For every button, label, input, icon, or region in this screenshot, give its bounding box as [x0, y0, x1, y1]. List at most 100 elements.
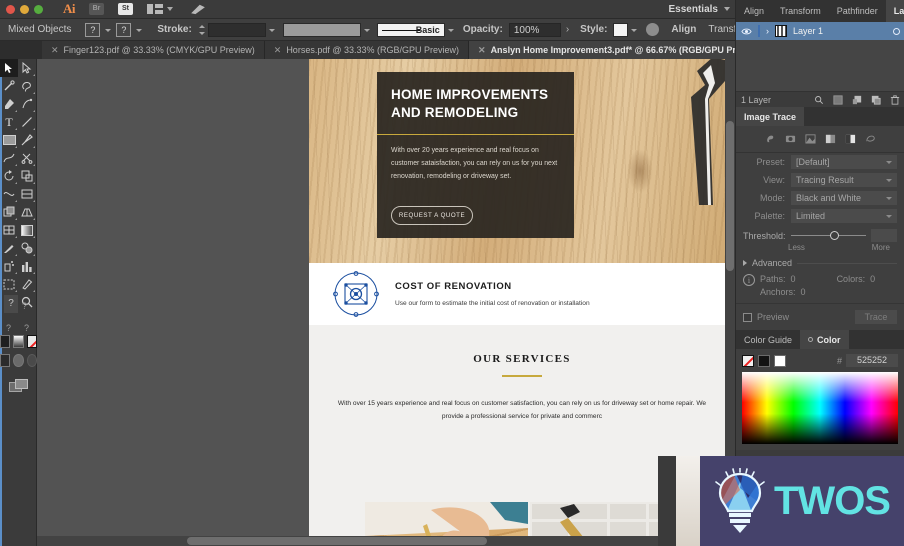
- paintbrush-tool[interactable]: [18, 131, 36, 149]
- br-button[interactable]: Br: [89, 3, 104, 15]
- free-transform-tool[interactable]: [18, 185, 36, 203]
- advanced-disclosure-triangle-icon[interactable]: [743, 260, 747, 266]
- scale-tool[interactable]: [18, 167, 36, 185]
- workspace-label[interactable]: Essentials: [669, 4, 718, 15]
- color-spectrum-picker[interactable]: [742, 372, 898, 444]
- preset-select[interactable]: [Default]: [791, 155, 897, 169]
- delete-selection-icon[interactable]: [890, 94, 900, 105]
- style-chevron-down-icon[interactable]: [628, 23, 640, 37]
- opacity-field[interactable]: 100%: [508, 22, 561, 37]
- horizontal-scroll-thumb[interactable]: [187, 537, 487, 545]
- create-sublayer-icon[interactable]: [852, 95, 862, 105]
- threshold-slider-handle[interactable]: [829, 230, 839, 240]
- tab-horses[interactable]: ✕ Horses.pdf @ 33.33% (RGB/GPU Preview): [264, 41, 470, 59]
- hex-value-input[interactable]: 525252: [846, 354, 898, 367]
- screen-mode-icon[interactable]: [8, 379, 29, 393]
- black-swatch[interactable]: [758, 354, 770, 367]
- none-swatch[interactable]: [742, 354, 754, 367]
- pen-tool[interactable]: [0, 95, 18, 113]
- tab-color-guide[interactable]: Color Guide: [736, 330, 800, 349]
- gradient-swatch[interactable]: [13, 335, 24, 348]
- fill-appearance-box[interactable]: ?: [85, 22, 101, 37]
- preview-checkbox[interactable]: [743, 312, 752, 322]
- grayscale-icon[interactable]: [825, 133, 836, 144]
- window-controls[interactable]: [6, 4, 43, 14]
- shape-builder-tool[interactable]: [0, 203, 18, 221]
- workspace-chevron-down-icon[interactable]: [724, 7, 730, 11]
- stroke-variable-width-swatch[interactable]: [282, 22, 361, 37]
- stroke-weight-field[interactable]: [207, 22, 266, 37]
- tab-transform[interactable]: Transform: [772, 0, 829, 22]
- slice-tool[interactable]: [18, 275, 36, 293]
- perspective-grid-tool[interactable]: [18, 203, 36, 221]
- arrange-documents-icon[interactable]: [147, 3, 163, 15]
- threshold-value-field[interactable]: [871, 229, 897, 242]
- canvas-horizontal-scrollbar[interactable]: [37, 536, 735, 546]
- layer-row[interactable]: › Layer 1: [736, 22, 904, 40]
- line-segment-tool[interactable]: [18, 113, 36, 131]
- rotate-tool[interactable]: [0, 167, 18, 185]
- arrange-chevron-down-icon[interactable]: [167, 7, 173, 11]
- stroke-appearance-box[interactable]: ?: [116, 22, 132, 37]
- locate-object-icon[interactable]: [814, 95, 824, 105]
- rectangle-tool[interactable]: [0, 131, 18, 149]
- close-tab-icon[interactable]: ✕: [478, 45, 486, 56]
- color-swatch[interactable]: [0, 354, 11, 367]
- close-tab-icon[interactable]: ✕: [51, 45, 59, 56]
- high-color-icon[interactable]: [785, 133, 796, 144]
- target-circle-icon[interactable]: [893, 27, 900, 35]
- make-clipping-mask-icon[interactable]: [833, 94, 843, 105]
- threshold-slider[interactable]: [790, 230, 866, 242]
- graphic-style-swatch[interactable]: [613, 22, 629, 37]
- magic-wand-tool[interactable]: [0, 77, 18, 95]
- request-a-quote-button[interactable]: REQUEST A QUOTE: [391, 206, 473, 225]
- minimize-window-button[interactable]: [20, 4, 29, 14]
- eyedropper-tool[interactable]: [0, 239, 18, 257]
- type-tool[interactable]: T: [0, 113, 18, 131]
- view-select[interactable]: Tracing Result: [791, 173, 897, 187]
- tab-align[interactable]: Align: [736, 0, 772, 22]
- palette-select[interactable]: Limited: [791, 209, 897, 223]
- recolor-artwork-icon[interactable]: [646, 23, 660, 36]
- tab-color[interactable]: Color: [800, 330, 849, 349]
- stroke-chevron-down-icon[interactable]: [133, 23, 145, 37]
- mesh-tool[interactable]: [0, 221, 18, 239]
- chevron-right-icon[interactable]: ›: [766, 26, 769, 36]
- low-color-icon[interactable]: [804, 133, 816, 144]
- create-new-layer-icon[interactable]: [871, 95, 881, 105]
- direct-selection-tool[interactable]: [18, 59, 36, 77]
- tab-pathfinder[interactable]: Pathfinder: [829, 0, 886, 22]
- tab-finger123[interactable]: ✕ Finger123.pdf @ 33.33% (CMYK/GPU Previ…: [42, 41, 265, 59]
- gradient-mode-icon[interactable]: [13, 354, 24, 367]
- white-swatch[interactable]: [774, 354, 786, 367]
- lasso-tool[interactable]: [18, 77, 36, 95]
- artboard-tool[interactable]: [0, 275, 18, 293]
- outline-icon[interactable]: [865, 133, 876, 144]
- gradient-tool[interactable]: [18, 221, 36, 239]
- tab-image-trace[interactable]: Image Trace: [736, 107, 805, 126]
- none-swatch[interactable]: [26, 335, 37, 348]
- column-graph-tool[interactable]: [18, 257, 36, 275]
- shaper-tool[interactable]: [0, 149, 18, 167]
- close-tab-icon[interactable]: ✕: [274, 45, 282, 56]
- align-menu-label[interactable]: Align: [665, 24, 702, 35]
- layer-name-label[interactable]: Layer 1: [793, 26, 823, 36]
- opacity-expand-icon[interactable]: ›: [561, 24, 574, 35]
- curvature-tool[interactable]: [18, 95, 36, 113]
- trace-button[interactable]: Trace: [855, 310, 897, 324]
- stroke-profile-select[interactable]: Basic: [376, 22, 445, 37]
- layers-panel-body[interactable]: › Layer 1 1 Layer: [736, 22, 904, 107]
- mode-select[interactable]: Black and White: [791, 191, 897, 205]
- stroke-weight-chevron-down-icon[interactable]: [266, 23, 278, 37]
- blend-tool[interactable]: [18, 239, 36, 257]
- unknown-tool-2[interactable]: ?: [22, 301, 27, 311]
- advanced-row[interactable]: Advanced: [736, 252, 904, 268]
- scissors-tool[interactable]: [18, 149, 36, 167]
- unknown-tool-1[interactable]: ?: [4, 295, 18, 313]
- tab-anslyn-home-improvement[interactable]: ✕ Anslyn Home Improvement3.pdf* @ 66.67%…: [469, 41, 774, 59]
- stroke-profile-chevron-down-icon[interactable]: [445, 23, 457, 37]
- stroke-weight-stepper[interactable]: [198, 23, 206, 37]
- auto-color-icon[interactable]: [765, 133, 776, 144]
- eye-visibility-icon[interactable]: [741, 27, 752, 36]
- variable-width-chevron-down-icon[interactable]: [361, 23, 373, 37]
